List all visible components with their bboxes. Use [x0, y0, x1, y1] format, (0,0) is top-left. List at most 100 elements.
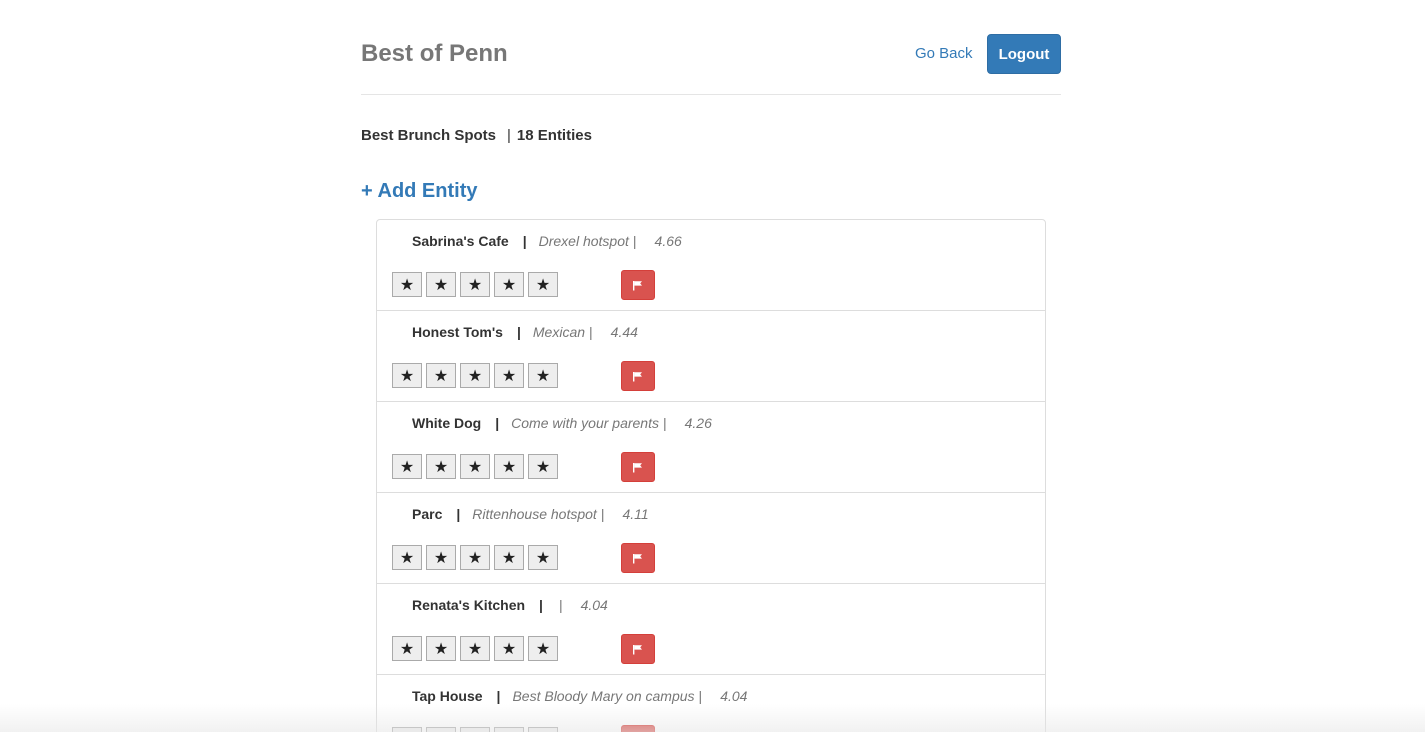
entity-description: Best Bloody Mary on campus — [512, 688, 695, 704]
star-icon[interactable]: ★ — [392, 636, 422, 661]
page-title: Best of Penn — [361, 40, 508, 67]
entity-info: Tap House | Best Bloody Mary on campus | 4.0… — [412, 688, 747, 705]
entity-score: 4.04 — [720, 688, 748, 704]
star-icon[interactable]: ★ — [426, 727, 456, 732]
star-rating: ★★★★★ — [392, 454, 558, 479]
entity-info: Honest Tom's | Mexican | 4.44 — [412, 324, 638, 341]
entity-description: Rittenhouse hotspot — [472, 506, 597, 522]
star-icon[interactable]: ★ — [494, 454, 524, 479]
flag-button[interactable] — [621, 452, 655, 482]
star-icon[interactable]: ★ — [528, 272, 558, 297]
star-icon[interactable]: ★ — [494, 363, 524, 388]
flag-button[interactable] — [621, 270, 655, 300]
header: Best of Penn Go Back Logout — [361, 0, 1061, 95]
entity-name: Renata's Kitchen — [412, 597, 526, 613]
category-name: Best Brunch Spots — [361, 127, 497, 144]
entity-score: 4.44 — [610, 324, 638, 340]
star-icon[interactable]: ★ — [460, 545, 490, 570]
star-icon[interactable]: ★ — [494, 727, 524, 732]
category-summary: Best Brunch Spots | 18 Entities — [361, 127, 592, 145]
entity-separator: | — [522, 233, 527, 249]
star-icon[interactable]: ★ — [426, 454, 456, 479]
list-item: Tap House | Best Bloody Mary on campus | 4.0… — [377, 675, 1045, 732]
list-item: White Dog | Come with your parents | 4.26 ★ ★… — [377, 402, 1045, 493]
star-icon[interactable]: ★ — [494, 272, 524, 297]
entity-score: 4.66 — [654, 233, 682, 249]
description-separator: | — [558, 597, 563, 613]
star-icon[interactable]: ★ — [426, 545, 456, 570]
entity-score: 4.26 — [684, 415, 712, 431]
go-back-link[interactable]: Go Back — [915, 45, 973, 63]
entity-separator: | — [539, 597, 543, 613]
star-icon[interactable]: ★ — [460, 727, 490, 732]
page: Best of Penn Go Back Logout Best Brunch … — [0, 0, 1425, 732]
star-icon[interactable]: ★ — [392, 272, 422, 297]
main-container: Best of Penn Go Back Logout Best Brunch … — [361, 0, 1061, 202]
star-rating: ★★★★★ — [392, 636, 558, 661]
star-icon[interactable]: ★ — [392, 545, 422, 570]
star-rating: ★ ★ ★ ★ ★ — [392, 727, 558, 732]
entity-description: Mexican — [532, 324, 586, 340]
category-separator: | — [507, 127, 511, 144]
entity-name: Sabrina's Cafe — [412, 233, 509, 249]
star-icon[interactable]: ★ — [426, 363, 456, 388]
star-icon[interactable]: ★ — [392, 727, 422, 732]
star-rating: ★★★★★ — [392, 272, 558, 297]
entity-name: Parc — [412, 506, 443, 522]
entity-name: Tap House — [412, 688, 483, 704]
list-item: Renata's Kitchen | | 4.04 ★ ★ ★ ★ ★ — [377, 584, 1045, 675]
flag-icon — [633, 280, 642, 290]
star-icon[interactable]: ★ — [392, 363, 422, 388]
description-separator: | — [662, 415, 667, 431]
list-item: Sabrina's Cafe | Drexel hotspot | 4.66 ★ ★ ★ ★ ★ — [377, 220, 1045, 311]
star-icon[interactable]: ★ — [528, 454, 558, 479]
logout-button[interactable]: Logout — [987, 34, 1061, 74]
star-icon[interactable]: ★ — [460, 363, 490, 388]
description-separator: | — [600, 506, 605, 522]
flag-icon — [633, 553, 642, 563]
entity-score: 4.11 — [622, 506, 649, 522]
star-icon[interactable]: ★ — [494, 545, 524, 570]
description-separator: | — [632, 233, 637, 249]
entity-score: 4.04 — [580, 597, 608, 613]
flag-button[interactable] — [621, 361, 655, 391]
entity-description: Drexel hotspot — [538, 233, 629, 249]
list-item: Honest Tom's | Mexican | 4.44 ★ ★ ★ ★ ★ — [377, 311, 1045, 402]
entity-count: 18 Entities — [516, 127, 592, 144]
star-icon[interactable]: ★ — [528, 545, 558, 570]
flag-icon — [633, 462, 642, 472]
star-icon[interactable]: ★ — [460, 454, 490, 479]
entity-info: Renata's Kitchen | | 4.04 — [412, 597, 608, 614]
star-rating: ★★★★★ — [392, 363, 558, 388]
star-icon[interactable]: ★ — [426, 636, 456, 661]
add-entity-link[interactable]: + Add Entity — [361, 178, 477, 204]
flag-button[interactable] — [621, 634, 655, 664]
description-separator: | — [589, 324, 593, 340]
star-rating: ★★★★★ — [392, 545, 558, 570]
entity-description: Come with your parents — [511, 415, 659, 431]
entity-info: Sabrina's Cafe | Drexel hotspot | 4.66 — [412, 233, 682, 250]
entity-separator: | — [516, 324, 521, 340]
flag-button[interactable] — [621, 543, 655, 573]
entity-name: Honest Tom's — [412, 324, 503, 340]
flag-icon — [633, 644, 642, 654]
entity-info: Parc | Rittenhouse hotspot | 4.11 — [412, 506, 649, 523]
list-item: Parc | Rittenhouse hotspot | 4.11 ★ ★ ★ ★ ★ — [377, 493, 1045, 584]
entity-info: White Dog | Come with your parents | 4.26 — [412, 415, 712, 432]
entity-separator: | — [496, 688, 501, 704]
star-icon[interactable]: ★ — [460, 272, 490, 297]
star-icon[interactable]: ★ — [460, 636, 490, 661]
star-icon[interactable]: ★ — [528, 636, 558, 661]
star-icon[interactable]: ★ — [528, 727, 558, 732]
star-icon[interactable]: ★ — [426, 272, 456, 297]
flag-icon — [633, 371, 642, 381]
star-icon[interactable]: ★ — [494, 636, 524, 661]
entity-list: Sabrina's Cafe | Drexel hotspot | 4.66 ★ ★ ★ ★ ★… — [376, 219, 1046, 732]
flag-button[interactable] — [621, 725, 655, 732]
star-icon[interactable]: ★ — [528, 363, 558, 388]
star-icon[interactable]: ★ — [392, 454, 422, 479]
entity-separator: | — [495, 415, 500, 431]
entity-name: White Dog — [412, 415, 482, 431]
entity-separator: | — [456, 506, 461, 522]
description-separator: | — [698, 688, 703, 704]
